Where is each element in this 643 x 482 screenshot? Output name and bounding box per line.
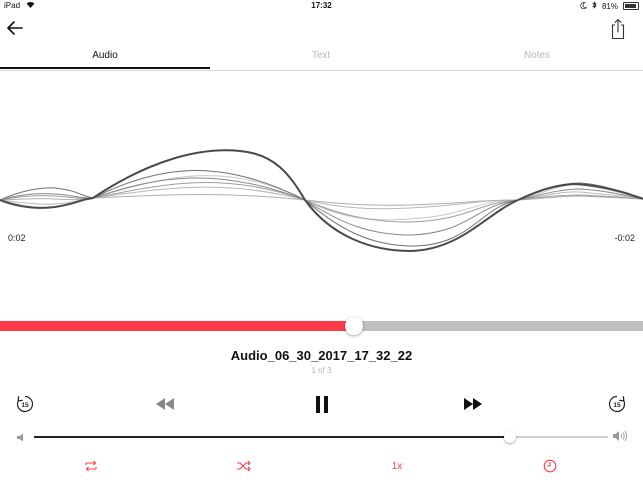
recording-count: 1 of 3 <box>311 366 332 375</box>
volume-fill <box>34 436 511 438</box>
progress-fill <box>0 321 354 331</box>
active-tab-indicator <box>0 67 210 69</box>
timer-icon <box>543 459 557 473</box>
remaining-time: -0:02 <box>614 233 635 243</box>
repeat-button[interactable] <box>80 458 102 474</box>
playback-progress-bar[interactable] <box>0 317 643 335</box>
playback-speed-button[interactable]: 1x <box>386 458 408 474</box>
shuffle-icon <box>237 460 251 472</box>
fast-forward-button[interactable] <box>461 396 485 412</box>
pause-button[interactable] <box>311 393 333 415</box>
volume-low-icon <box>15 431 27 443</box>
progress-thumb[interactable] <box>344 317 363 335</box>
moon-icon <box>580 1 588 11</box>
recording-title: Audio_06_30_2017_17_32_22 <box>230 348 413 363</box>
fast-forward-icon <box>464 398 482 410</box>
repeat-icon <box>85 460 97 472</box>
volume-high-icon <box>612 429 630 443</box>
status-right: 81% <box>580 1 639 11</box>
tab-text[interactable]: Text <box>216 50 426 61</box>
battery-icon <box>623 2 639 10</box>
tab-notes[interactable]: Notes <box>432 50 642 61</box>
wave-line <box>0 170 643 247</box>
sleep-timer-button[interactable] <box>539 458 561 474</box>
skip-forward-15-icon: 15 <box>608 395 626 413</box>
skip-forward-15-button[interactable]: 15 <box>606 393 628 415</box>
playback-speed-label: 1x <box>391 460 403 472</box>
arrow-left-icon <box>7 21 23 35</box>
rewind-button[interactable] <box>153 396 177 412</box>
pause-icon <box>316 395 328 413</box>
wave-line-main <box>0 149 643 253</box>
tab-audio[interactable]: Audio <box>0 50 210 61</box>
skip-back-15-label: 15 <box>21 402 29 409</box>
audio-waveform <box>0 149 643 253</box>
elapsed-time: 0:02 <box>8 233 26 243</box>
shuffle-button[interactable] <box>233 458 255 474</box>
status-bar: iPad 17:32 81% <box>0 0 643 12</box>
status-time: 17:32 <box>311 1 332 10</box>
volume-slider[interactable] <box>34 431 608 443</box>
rewind-icon <box>156 398 174 410</box>
skip-forward-15-label: 15 <box>613 402 621 409</box>
skip-back-15-icon: 15 <box>16 395 34 413</box>
share-icon <box>611 18 625 40</box>
share-button[interactable] <box>609 18 627 40</box>
bluetooth-icon <box>592 1 597 11</box>
tab-bar: Audio Text Notes <box>0 46 643 71</box>
battery-percent: 81% <box>601 1 618 11</box>
back-button[interactable] <box>5 18 25 38</box>
volume-thumb[interactable] <box>504 431 517 443</box>
skip-back-15-button[interactable]: 15 <box>14 393 36 415</box>
